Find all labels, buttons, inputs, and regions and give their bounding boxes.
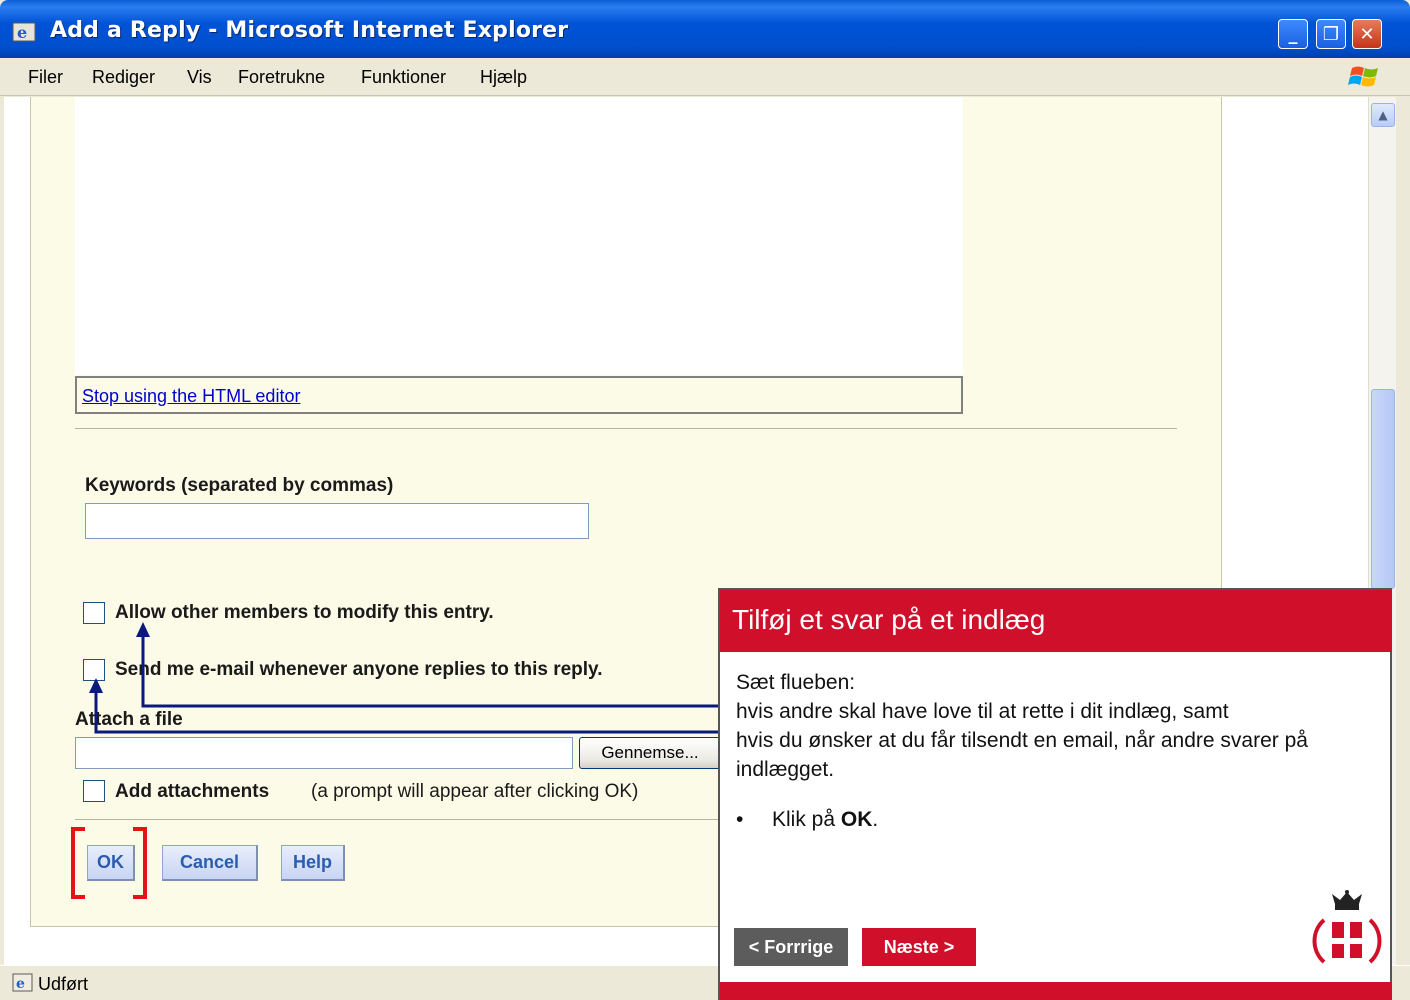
menu-bar: Filer Rediger Vis Foretrukne Funktioner … [0, 58, 1410, 96]
html-editor-area[interactable] [75, 97, 963, 375]
callout-header: Tilføj et svar på et indlæg [720, 590, 1392, 652]
chevron-up-icon[interactable]: ▲ [1371, 103, 1395, 127]
ie-logo-icon: e [12, 22, 36, 42]
add-attachments-label: Add attachments [115, 781, 270, 802]
divider [75, 428, 1177, 429]
stop-html-editor-link[interactable]: Stop using the HTML editor [82, 386, 300, 407]
callout-title: Tilføj et svar på et indlæg [732, 604, 1046, 635]
allow-modify-label: Allow other members to modify this entry… [115, 602, 494, 623]
menu-edit[interactable]: Rediger [92, 67, 155, 88]
browse-button[interactable]: Gennemse... [579, 737, 721, 769]
highlight-bracket-left [71, 827, 85, 899]
menu-help[interactable]: Hjælp [480, 67, 527, 88]
keywords-label: Keywords (separated by commas) [85, 475, 394, 496]
callout-line: hvis andre skal have love til at rette i… [736, 700, 1229, 723]
keywords-input[interactable] [85, 503, 589, 539]
svg-text:e: e [17, 23, 27, 42]
file-path-input[interactable] [75, 737, 573, 769]
tutorial-callout: Tilføj et svar på et indlæg Sæt flueben:… [718, 588, 1392, 1000]
allow-modify-checkbox[interactable] [83, 602, 105, 624]
add-attachments-note: (a prompt will appear after clicking OK) [311, 781, 639, 802]
add-attachments-checkbox[interactable] [83, 780, 105, 802]
window-title-bar: e Add a Reply - Microsoft Internet Explo… [0, 0, 1410, 58]
send-email-checkbox[interactable] [83, 659, 105, 681]
callout-line: Sæt flueben: [736, 671, 856, 694]
callout-instructions: Sæt flueben: hvis andre skal have love t… [736, 668, 1376, 784]
callout-bottom-bar [720, 982, 1392, 1000]
highlight-bracket-right [133, 827, 147, 899]
callout-line: hvis du ønsker at du får tilsendt en ema… [736, 729, 1308, 781]
callout-bullet: • Klik på OK. [736, 808, 878, 832]
attach-file-label: Attach a file [75, 709, 183, 730]
maximize-button[interactable]: ❐ [1316, 19, 1346, 49]
minimize-button[interactable]: _ [1278, 19, 1308, 49]
close-button[interactable]: ✕ [1352, 19, 1382, 49]
svg-text:e: e [16, 976, 25, 992]
bullet-prefix: Klik på [772, 808, 841, 831]
ok-button[interactable]: OK [87, 845, 135, 881]
menu-file[interactable]: Filer [28, 67, 63, 88]
send-email-label: Send me e-mail whenever anyone replies t… [115, 659, 603, 680]
menu-view[interactable]: Vis [187, 67, 212, 88]
crown-cross-logo-icon [1312, 890, 1382, 964]
ie-page-icon: e [12, 973, 33, 992]
scroll-thumb[interactable] [1371, 389, 1395, 589]
cancel-button[interactable]: Cancel [162, 845, 258, 881]
next-button[interactable]: Næste > [862, 928, 976, 966]
divider [75, 819, 775, 820]
menu-tools[interactable]: Funktioner [361, 67, 446, 88]
window-title: Add a Reply - Microsoft Internet Explore… [50, 18, 569, 43]
html-editor-footer: Stop using the HTML editor [75, 376, 963, 414]
previous-button[interactable]: < Forrrige [734, 928, 848, 966]
bullet-suffix: . [872, 808, 879, 831]
status-text: Udført [38, 974, 89, 994]
bullet-bold: OK [840, 808, 873, 831]
bullet-dot: • [736, 808, 744, 831]
menu-favorites[interactable]: Foretrukne [238, 67, 325, 88]
help-button[interactable]: Help [281, 845, 345, 881]
windows-flag-icon [1348, 66, 1378, 87]
